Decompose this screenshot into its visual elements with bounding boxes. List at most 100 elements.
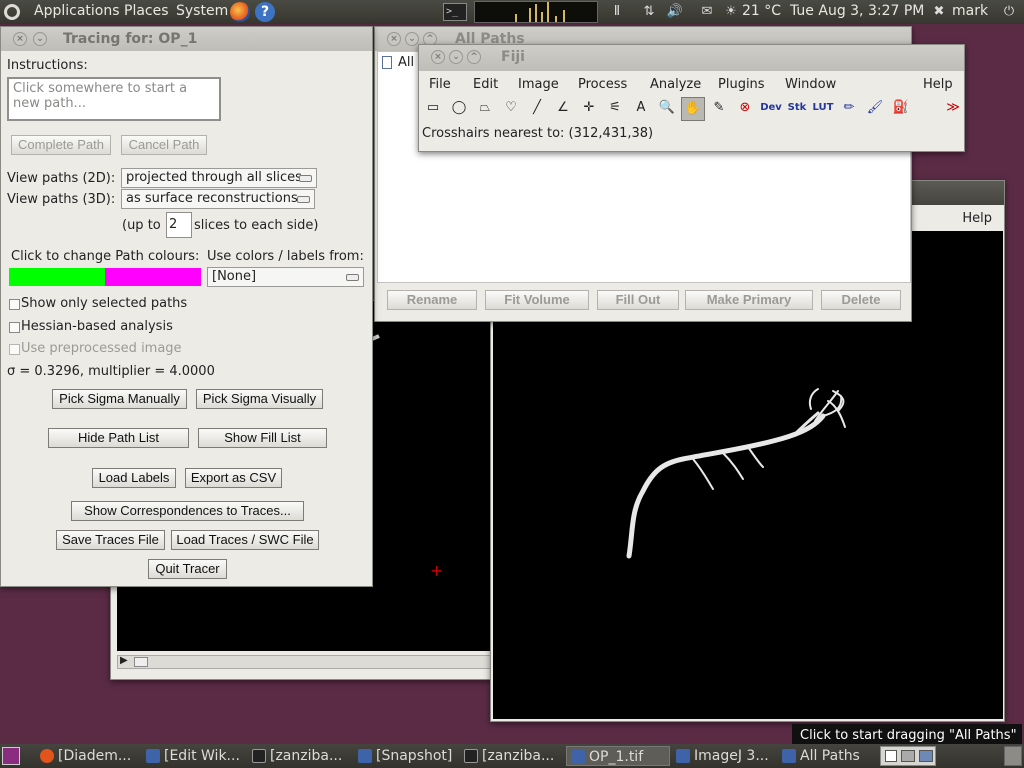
stk-tool-icon[interactable]: Stk bbox=[785, 97, 809, 121]
close-tool-icon[interactable]: ⊗ bbox=[733, 97, 757, 121]
pick-sigma-manually-button[interactable]: Pick Sigma Manually bbox=[52, 389, 187, 409]
task-edit-wiki[interactable]: [Edit Wik... bbox=[142, 746, 246, 766]
hand-tool-icon[interactable]: ✋ bbox=[681, 97, 705, 121]
complete-path-button[interactable]: Complete Path bbox=[11, 135, 111, 155]
workspace-2[interactable] bbox=[901, 750, 915, 762]
play-icon[interactable]: ▶ bbox=[120, 655, 128, 666]
terminal-launcher-icon[interactable]: >_ bbox=[443, 3, 467, 21]
rectangle-tool-icon[interactable]: ▭ bbox=[421, 97, 445, 121]
minimize-icon[interactable]: ⌄ bbox=[33, 32, 47, 46]
load-traces-button[interactable]: Load Traces / SWC File bbox=[171, 530, 319, 550]
help-launcher-icon[interactable]: ? bbox=[255, 2, 275, 22]
flood-fill-tool-icon[interactable]: ⛽ bbox=[889, 97, 913, 121]
network-icon[interactable]: ⇅ bbox=[640, 4, 658, 20]
fit-volume-button[interactable]: Fit Volume bbox=[485, 290, 589, 310]
hide-path-list-button[interactable]: Hide Path List bbox=[48, 428, 189, 448]
slice-scrollbar[interactable]: ▶ bbox=[117, 655, 497, 669]
zoom-tool-icon[interactable]: 🔍 bbox=[655, 97, 679, 121]
menu-process[interactable]: Process bbox=[578, 77, 627, 92]
menu-file[interactable]: File bbox=[429, 77, 451, 92]
workspace-1[interactable] bbox=[885, 750, 897, 762]
fiji-tray-icon[interactable]: Ⅱ bbox=[608, 4, 626, 20]
fill-out-button[interactable]: Fill Out bbox=[597, 290, 679, 310]
close-icon[interactable]: × bbox=[431, 50, 445, 64]
ubuntu-logo-icon[interactable] bbox=[4, 4, 20, 20]
make-primary-button[interactable]: Make Primary bbox=[685, 290, 813, 310]
applications-menu[interactable]: Applications bbox=[34, 3, 120, 19]
clock[interactable]: Tue Aug 3, 3:27 PM bbox=[790, 3, 924, 19]
menu-edit[interactable]: Edit bbox=[473, 77, 498, 92]
help-menu[interactable]: Help bbox=[962, 211, 992, 226]
selected-path-colour-swatch[interactable] bbox=[9, 268, 105, 286]
maximize-icon[interactable]: ^ bbox=[467, 50, 481, 64]
freehand-tool-icon[interactable]: ♡ bbox=[499, 97, 523, 121]
more-tools-icon[interactable]: ≫ bbox=[941, 97, 964, 121]
fiji-titlebar[interactable]: × ⌄ ^ Fiji bbox=[419, 45, 964, 71]
trash-icon[interactable] bbox=[1004, 746, 1022, 766]
color-picker-tool-icon[interactable]: ✎ bbox=[707, 97, 731, 121]
show-selected-checkbox[interactable] bbox=[9, 299, 20, 310]
task-all-paths[interactable]: All Paths bbox=[778, 746, 878, 766]
hessian-checkbox[interactable] bbox=[9, 322, 20, 333]
polygon-tool-icon[interactable]: ⏢ bbox=[473, 97, 497, 121]
workspace-3[interactable] bbox=[919, 750, 933, 762]
show-desktop-icon[interactable] bbox=[2, 747, 20, 765]
power-icon[interactable]: ⏻ bbox=[1000, 4, 1018, 20]
system-menu[interactable]: System bbox=[176, 3, 228, 19]
oval-tool-icon[interactable]: ◯ bbox=[447, 97, 471, 121]
scrollbar-thumb[interactable] bbox=[134, 657, 148, 667]
delete-button[interactable]: Delete bbox=[821, 290, 901, 310]
menu-window[interactable]: Window bbox=[785, 77, 836, 92]
path-colours-label: Click to change Path colours: bbox=[11, 249, 200, 264]
brush-tool-icon[interactable]: 🖌 bbox=[863, 97, 887, 121]
places-menu[interactable]: Places bbox=[124, 3, 169, 19]
minimize-icon[interactable]: ⌄ bbox=[405, 32, 419, 46]
volume-icon[interactable]: 🔊 bbox=[666, 4, 684, 20]
lut-tool-icon[interactable]: LUT bbox=[811, 97, 835, 121]
minimize-icon[interactable]: ⌄ bbox=[449, 50, 463, 64]
line-tool-icon[interactable]: ╱ bbox=[525, 97, 549, 121]
wand-tool-icon[interactable]: ⚟ bbox=[603, 97, 627, 121]
point-tool-icon[interactable]: ✛ bbox=[577, 97, 601, 121]
close-icon[interactable]: × bbox=[387, 32, 401, 46]
dev-tool-icon[interactable]: Dev bbox=[759, 97, 783, 121]
task-zanziba-2[interactable]: [zanziba... bbox=[460, 746, 564, 766]
weather-icon[interactable]: ☀ bbox=[722, 4, 740, 20]
text-tool-icon[interactable]: A bbox=[629, 97, 653, 121]
task-imagej[interactable]: ImageJ 3... bbox=[672, 746, 776, 766]
pencil-tool-icon[interactable]: ✏ bbox=[837, 97, 861, 121]
user-name[interactable]: mark bbox=[952, 3, 988, 19]
menu-plugins[interactable]: Plugins bbox=[718, 77, 765, 92]
workspace-switcher[interactable] bbox=[880, 746, 936, 766]
load-labels-button[interactable]: Load Labels bbox=[92, 468, 176, 488]
system-monitor-graph[interactable] bbox=[474, 1, 598, 23]
quit-tracer-button[interactable]: Quit Tracer bbox=[148, 559, 227, 579]
cancel-path-button[interactable]: Cancel Path bbox=[121, 135, 207, 155]
export-csv-button[interactable]: Export as CSV bbox=[185, 468, 282, 488]
user-status-icon[interactable]: ✖ bbox=[930, 4, 948, 20]
menu-help[interactable]: Help bbox=[923, 77, 953, 92]
view-2d-select[interactable]: projected through all slices bbox=[121, 168, 317, 188]
mail-icon[interactable]: ✉ bbox=[698, 4, 716, 20]
save-traces-button[interactable]: Save Traces File bbox=[56, 530, 165, 550]
use-colors-select[interactable]: [None] bbox=[207, 267, 364, 287]
rename-button[interactable]: Rename bbox=[387, 290, 477, 310]
angle-tool-icon[interactable]: ∠ bbox=[551, 97, 575, 121]
show-fill-list-button[interactable]: Show Fill List bbox=[198, 428, 327, 448]
close-icon[interactable]: × bbox=[13, 32, 27, 46]
slices-field[interactable]: 2 bbox=[166, 212, 192, 238]
menu-analyze[interactable]: Analyze bbox=[650, 77, 701, 92]
pick-sigma-visually-button[interactable]: Pick Sigma Visually bbox=[196, 389, 323, 409]
tracer-titlebar[interactable]: × ⌄ Tracing for: OP_1 bbox=[1, 27, 372, 51]
firefox-launcher-icon[interactable] bbox=[230, 2, 250, 22]
menu-image[interactable]: Image bbox=[518, 77, 559, 92]
task-diadem[interactable]: [Diadem... bbox=[36, 746, 140, 766]
task-zanziba-1[interactable]: [zanziba... bbox=[248, 746, 352, 766]
task-op1[interactable]: OP_1.tif bbox=[566, 746, 670, 766]
show-correspondences-button[interactable]: Show Correspondences to Traces... bbox=[71, 501, 304, 521]
view-3d-select[interactable]: as surface reconstructions bbox=[121, 189, 315, 209]
deselected-path-colour-swatch[interactable] bbox=[105, 268, 201, 286]
task-snapshot[interactable]: [Snapshot] bbox=[354, 746, 458, 766]
weather-temperature[interactable]: 21 °C bbox=[742, 3, 781, 19]
preprocessed-checkbox[interactable] bbox=[9, 344, 20, 355]
